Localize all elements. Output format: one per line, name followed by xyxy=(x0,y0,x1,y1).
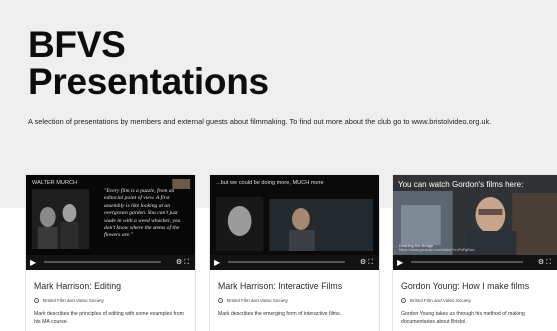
progress-bar[interactable] xyxy=(44,261,161,263)
card-title[interactable]: Gordon Young: How I make films xyxy=(401,281,551,292)
org-name: Bristol Film and Video Society xyxy=(227,298,288,303)
play-icon[interactable]: ▶ xyxy=(397,258,406,267)
card-description: Gordon Young takes us through his method… xyxy=(401,311,525,325)
video-player[interactable]: WALTER MURCH "Every film is a puzzle, fr… xyxy=(26,175,195,270)
card-title[interactable]: Mark Harrison: Interactive Films xyxy=(218,281,373,292)
org-icon xyxy=(401,298,406,303)
card-body: Gordon Young: How I make films Bristol F… xyxy=(401,281,551,326)
settings-fullscreen-icons[interactable]: ⚙⛶ xyxy=(360,258,375,267)
org-icon xyxy=(34,298,39,303)
progress-bar[interactable] xyxy=(411,261,523,263)
video-overlay-url[interactable]: https://www.youtube.com/watch?v=PcFqEwo xyxy=(399,248,475,252)
card-description: Mark describes the emerging form of inte… xyxy=(218,311,342,317)
page-title-line-1: BFVS xyxy=(28,24,126,65)
video-card-editing[interactable]: WALTER MURCH "Every film is a puzzle, fr… xyxy=(25,174,196,331)
org-name: Bristol Film and Video Society xyxy=(43,298,104,303)
video-card-how-i-make-films[interactable]: You can watch Gordon's films here: Drain… xyxy=(392,174,557,331)
card-description: Mark describes the principles of editing… xyxy=(34,311,184,325)
card-org: Bristol Film and Video Society xyxy=(218,298,373,304)
org-name: Bristol Film and Video Society xyxy=(410,298,471,303)
video-overlay-caption: You can watch Gordon's films here: xyxy=(398,180,524,189)
page-title-line-2: Presentations xyxy=(28,61,269,102)
card-body: Mark Harrison: Interactive Films Bristol… xyxy=(218,281,373,318)
settings-fullscreen-icons[interactable]: ⚙⛶ xyxy=(538,258,553,267)
video-controls: ▶ ⚙⛶ xyxy=(210,255,379,270)
video-player[interactable]: You can watch Gordon's films here: Drain… xyxy=(393,175,557,270)
card-body: Mark Harrison: Editing Bristol Film and … xyxy=(34,281,189,326)
video-card-interactive-films[interactable]: ...but we could be doing more, MUCH more… xyxy=(209,174,380,331)
org-icon xyxy=(218,298,223,303)
video-controls: ▶ ⚙⛶ xyxy=(26,255,195,270)
card-title[interactable]: Mark Harrison: Editing xyxy=(34,281,189,292)
play-icon[interactable]: ▶ xyxy=(214,258,223,267)
video-overlay-caption: WALTER MURCH xyxy=(32,180,78,186)
play-icon[interactable]: ▶ xyxy=(30,258,39,267)
video-player[interactable]: ...but we could be doing more, MUCH more… xyxy=(210,175,379,270)
video-controls: ▶ ⚙⛶ xyxy=(393,255,557,270)
settings-fullscreen-icons[interactable]: ⚙⛶ xyxy=(176,258,191,267)
card-org: Bristol Film and Video Society xyxy=(34,298,189,304)
video-overlay-caption: ...but we could be doing more, MUCH more xyxy=(216,180,324,186)
progress-bar[interactable] xyxy=(228,261,345,263)
video-thumbnail xyxy=(210,175,379,255)
page-description: A selection of presentations by members … xyxy=(28,117,492,126)
card-org: Bristol Film and Video Society xyxy=(401,298,551,304)
video-quote: "Every film is a puzzle, from an editori… xyxy=(104,188,181,239)
page-title: BFVS Presentations xyxy=(28,26,428,100)
